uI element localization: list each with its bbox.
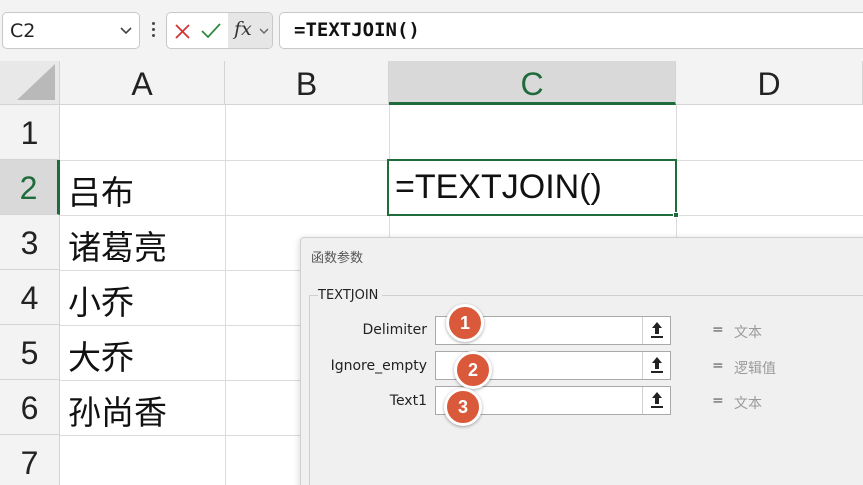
step-badge-2: 2 (454, 351, 492, 389)
cell-a2[interactable]: 吕布 (68, 166, 134, 214)
arg-equals: = (712, 358, 724, 374)
more-options-icon[interactable] (146, 22, 160, 42)
row-header-6[interactable]: 6 (0, 380, 60, 435)
name-box-value: C2 (10, 20, 36, 42)
cell-a4[interactable]: 小乔 (68, 276, 134, 324)
collapse-dialog-button[interactable] (642, 352, 670, 379)
row-header-7[interactable]: 7 (0, 435, 60, 485)
active-cell-value: =TEXTJOIN() (395, 168, 602, 206)
upload-arrow-icon (651, 392, 663, 408)
collapse-dialog-button[interactable] (642, 387, 670, 414)
column-header-c[interactable]: C (389, 61, 676, 105)
cell-a6[interactable]: 孙尚香 (68, 386, 167, 434)
name-box[interactable]: C2 (2, 12, 140, 49)
select-all-corner[interactable] (0, 61, 60, 105)
function-name-label: TEXTJOIN (318, 288, 383, 303)
cell-a3[interactable]: 诸葛亮 (68, 221, 167, 269)
step-badge-3: 3 (444, 388, 482, 426)
formula-bar: C2 fx =TEXTJOIN() (0, 0, 863, 61)
row-header-2[interactable]: 2 (0, 160, 60, 215)
row-header-1[interactable]: 1 (0, 105, 60, 160)
step-badge-1: 1 (446, 304, 484, 342)
function-arguments-dialog: 函数参数 TEXTJOIN Delimiter = 文本 Ignore_empt… (300, 237, 863, 485)
formula-input[interactable]: =TEXTJOIN() (279, 12, 863, 49)
row-header-4[interactable]: 4 (0, 270, 60, 325)
upload-arrow-icon (651, 357, 663, 373)
upload-arrow-icon (651, 322, 663, 338)
arg-label-ignore-empty: Ignore_empty (330, 358, 427, 374)
arg-result-text1: 文本 (734, 396, 762, 412)
collapse-dialog-button[interactable] (642, 317, 670, 344)
fill-handle[interactable] (673, 212, 679, 218)
cancel-icon[interactable] (174, 23, 191, 40)
formula-controls: fx (166, 12, 273, 49)
column-header-a[interactable]: A (60, 61, 225, 105)
arg-label-delimiter: Delimiter (362, 322, 427, 338)
arg-equals: = (712, 393, 724, 409)
active-cell-c2[interactable]: =TEXTJOIN() (387, 159, 679, 218)
arg-result-ignore-empty: 逻辑值 (734, 361, 776, 377)
cell-a5[interactable]: 大乔 (68, 331, 134, 379)
fx-icon: fx (234, 18, 252, 40)
column-header-b[interactable]: B (225, 61, 389, 105)
column-header-d[interactable]: D (676, 61, 863, 105)
confirm-icon[interactable] (201, 22, 221, 40)
chevron-down-icon (259, 28, 269, 34)
arg-result-delimiter: 文本 (734, 325, 762, 341)
arg-equals: = (712, 322, 724, 338)
chevron-down-icon[interactable] (119, 23, 133, 37)
insert-function-button[interactable]: fx (228, 13, 272, 48)
dialog-title: 函数参数 (311, 251, 364, 266)
formula-text: =TEXTJOIN() (294, 19, 420, 41)
arg-label-text1: Text1 (389, 393, 427, 409)
row-header-3[interactable]: 3 (0, 215, 60, 270)
row-header-5[interactable]: 5 (0, 325, 60, 380)
